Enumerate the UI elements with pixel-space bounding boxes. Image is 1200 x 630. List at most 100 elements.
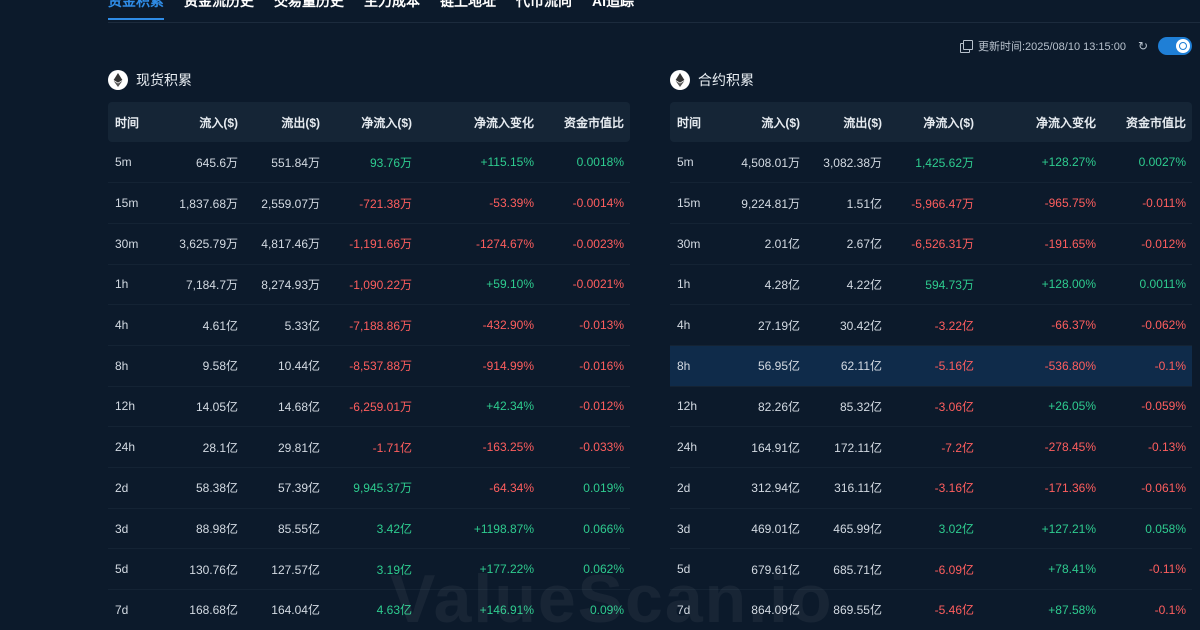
table-cell: +177.22% [418,548,540,591]
table-cell: 168.68亿 [168,589,244,630]
table-row[interactable]: 24h 164.91亿 172.11亿 -7.2亿 -278.45% -0.13% [670,426,1192,468]
table-cell: +59.10% [418,264,540,306]
table-cell: 5.33亿 [244,304,326,346]
table-row[interactable]: 2d 312.94亿 316.11亿 -3.16亿 -171.36% -0.061% [670,467,1192,509]
table-cell: -0.0014% [540,182,630,224]
table-cell: -536.80% [980,345,1102,387]
table-cell: 469.01亿 [730,508,806,550]
table-cell: 82.26亿 [730,386,806,428]
table-cell: -914.99% [418,345,540,387]
table-cell: 0.0027% [1102,142,1192,184]
table-cell: 5m [670,142,730,184]
table-cell: 4,817.46万 [244,223,326,265]
table-row[interactable]: 30m 2.01亿 2.67亿 -6,526.31万 -191.65% -0.012% [670,223,1192,265]
table-row[interactable]: 1h 4.28亿 4.22亿 594.73万 +128.00% 0.0011% [670,264,1192,306]
table-row[interactable]: 4h 4.61亿 5.33亿 -7,188.86万 -432.90% -0.013% [108,304,630,346]
table-cell: 645.6万 [168,142,244,184]
table-row[interactable]: 5d 130.76亿 127.57亿 3.19亿 +177.22% 0.062% [108,548,630,591]
table-cell: 0.0018% [540,142,630,184]
table-cell: -965.75% [980,182,1102,224]
table-cell: -6.09亿 [888,548,980,591]
tab-ai-tracking[interactable]: AI追踪 [592,0,634,19]
tab-token-flow[interactable]: 代币流向 [516,0,572,19]
table-cell: 2d [108,467,168,509]
table-cell: 2.01亿 [730,223,806,265]
table-header-row: 时间 流入($) 流出($) 净流入($) 净流入变化 资金市值比 [108,102,630,142]
table-cell: 4.63亿 [326,589,418,630]
tab-fund-flow-history[interactable]: 资金流历史 [184,0,254,19]
table-row[interactable]: 24h 28.1亿 29.81亿 -1.71亿 -163.25% -0.033% [108,426,630,468]
table-cell: 12h [108,386,168,428]
eth-icon [108,70,128,90]
table-row[interactable]: 12h 14.05亿 14.68亿 -6,259.01万 +42.34% -0.012% [108,386,630,428]
table-cell: -6,259.01万 [326,386,418,428]
tab-fund-accumulation[interactable]: 资金积累 [108,0,164,20]
table-cell: 57.39亿 [244,467,326,509]
table-row[interactable]: 3d 88.98亿 85.55亿 3.42亿 +1198.87% 0.066% [108,508,630,550]
table-cell: +1198.87% [418,508,540,550]
table-cell: -163.25% [418,426,540,468]
auto-refresh-toggle[interactable] [1158,37,1192,55]
futures-panel-header: 合约积累 [670,68,1192,92]
table-row[interactable]: 5m 4,508.01万 3,082.38万 1,425.62万 +128.27% 0.0… [670,142,1192,184]
table-cell: 0.062% [540,548,630,591]
table-cell: -0.0023% [540,223,630,265]
table-cell: 2.67亿 [806,223,888,265]
table-row[interactable]: 7d 168.68亿 164.04亿 4.63亿 +146.91% 0.09% [108,589,630,630]
table-cell: -0.012% [540,386,630,428]
table-cell: -0.062% [1102,304,1192,346]
table-cell: +42.34% [418,386,540,428]
eth-icon [670,70,690,90]
tab-volume-history[interactable]: 交易量历史 [274,0,344,19]
table-row[interactable]: 5d 679.61亿 685.71亿 -6.09亿 +78.41% -0.11% [670,548,1192,591]
table-row[interactable]: 7d 864.09亿 869.55亿 -5.46亿 +87.58% -0.1% [670,589,1192,630]
table-row[interactable]: 8h 9.58亿 10.44亿 -8,537.88万 -914.99% -0.016% [108,345,630,387]
table-cell: -1274.67% [418,223,540,265]
table-row[interactable]: 4h 27.19亿 30.42亿 -3.22亿 -66.37% -0.062% [670,304,1192,346]
table-cell: 58.38亿 [168,467,244,509]
table-cell: +127.21% [980,508,1102,550]
toggle-knob [1176,39,1190,53]
table-cell: 164.91亿 [730,426,806,468]
table-cell: 28.1亿 [168,426,244,468]
table-cell: 3.02亿 [888,508,980,550]
table-cell: 1.51亿 [806,182,888,224]
tab-onchain-address[interactable]: 链上地址 [440,0,496,19]
table-cell: 312.94亿 [730,467,806,509]
table-cell: 164.04亿 [244,589,326,630]
table-cell: 3,625.79万 [168,223,244,265]
table-cell: -7,188.86万 [326,304,418,346]
spot-panel-header: 现货积累 [108,68,630,92]
table-cell: -191.65% [980,223,1102,265]
table-row[interactable]: 3d 469.01亿 465.99亿 3.02亿 +127.21% 0.058% [670,508,1192,550]
table-row[interactable]: 12h 82.26亿 85.32亿 -3.06亿 +26.05% -0.059% [670,386,1192,428]
table-row[interactable]: 1h 7,184.7万 8,274.93万 -1,090.22万 +59.10% -0.0… [108,264,630,306]
table-cell: -0.0021% [540,264,630,306]
table-cell: 2d [670,467,730,509]
table-cell: 5m [108,142,168,184]
table-cell: -432.90% [418,304,540,346]
refresh-icon[interactable]: ↻ [1138,39,1148,53]
table-cell: 27.19亿 [730,304,806,346]
column-header: 流出($) [244,102,326,142]
table-cell: -3.16亿 [888,467,980,509]
table-cell: -0.1% [1102,345,1192,387]
table-cell: 24h [108,426,168,468]
table-cell: 14.05亿 [168,386,244,428]
table-row[interactable]: 5m 645.6万 551.84万 93.76万 +115.15% 0.0018% [108,142,630,184]
table-row[interactable]: 15m 1,837.68万 2,559.07万 -721.38万 -53.39% -0.0… [108,182,630,224]
table-row[interactable]: 30m 3,625.79万 4,817.46万 -1,191.66万 -1274.67%… [108,223,630,265]
spot-panel: 现货积累 时间 流入($) 流出($) 净流入($) 净流入变化 资金市值比 5m 645.… [108,68,630,630]
copy-icon[interactable] [959,40,973,53]
table-cell: 8h [108,345,168,387]
table-row[interactable]: 8h 56.95亿 62.11亿 -5.16亿 -536.80% -0.1% [670,345,1192,387]
tab-main-cost[interactable]: 主力成本 [364,0,420,19]
table-row[interactable]: 15m 9,224.81万 1.51亿 -5,966.47万 -965.75% -0.01… [670,182,1192,224]
table-cell: 93.76万 [326,142,418,184]
table-cell: 316.11亿 [806,467,888,509]
table-cell: -8,537.88万 [326,345,418,387]
table-cell: +78.41% [980,548,1102,591]
table-row[interactable]: 2d 58.38亿 57.39亿 9,945.37万 -64.34% 0.019% [108,467,630,509]
column-header: 净流入变化 [418,102,540,142]
column-header: 净流入变化 [980,102,1102,142]
